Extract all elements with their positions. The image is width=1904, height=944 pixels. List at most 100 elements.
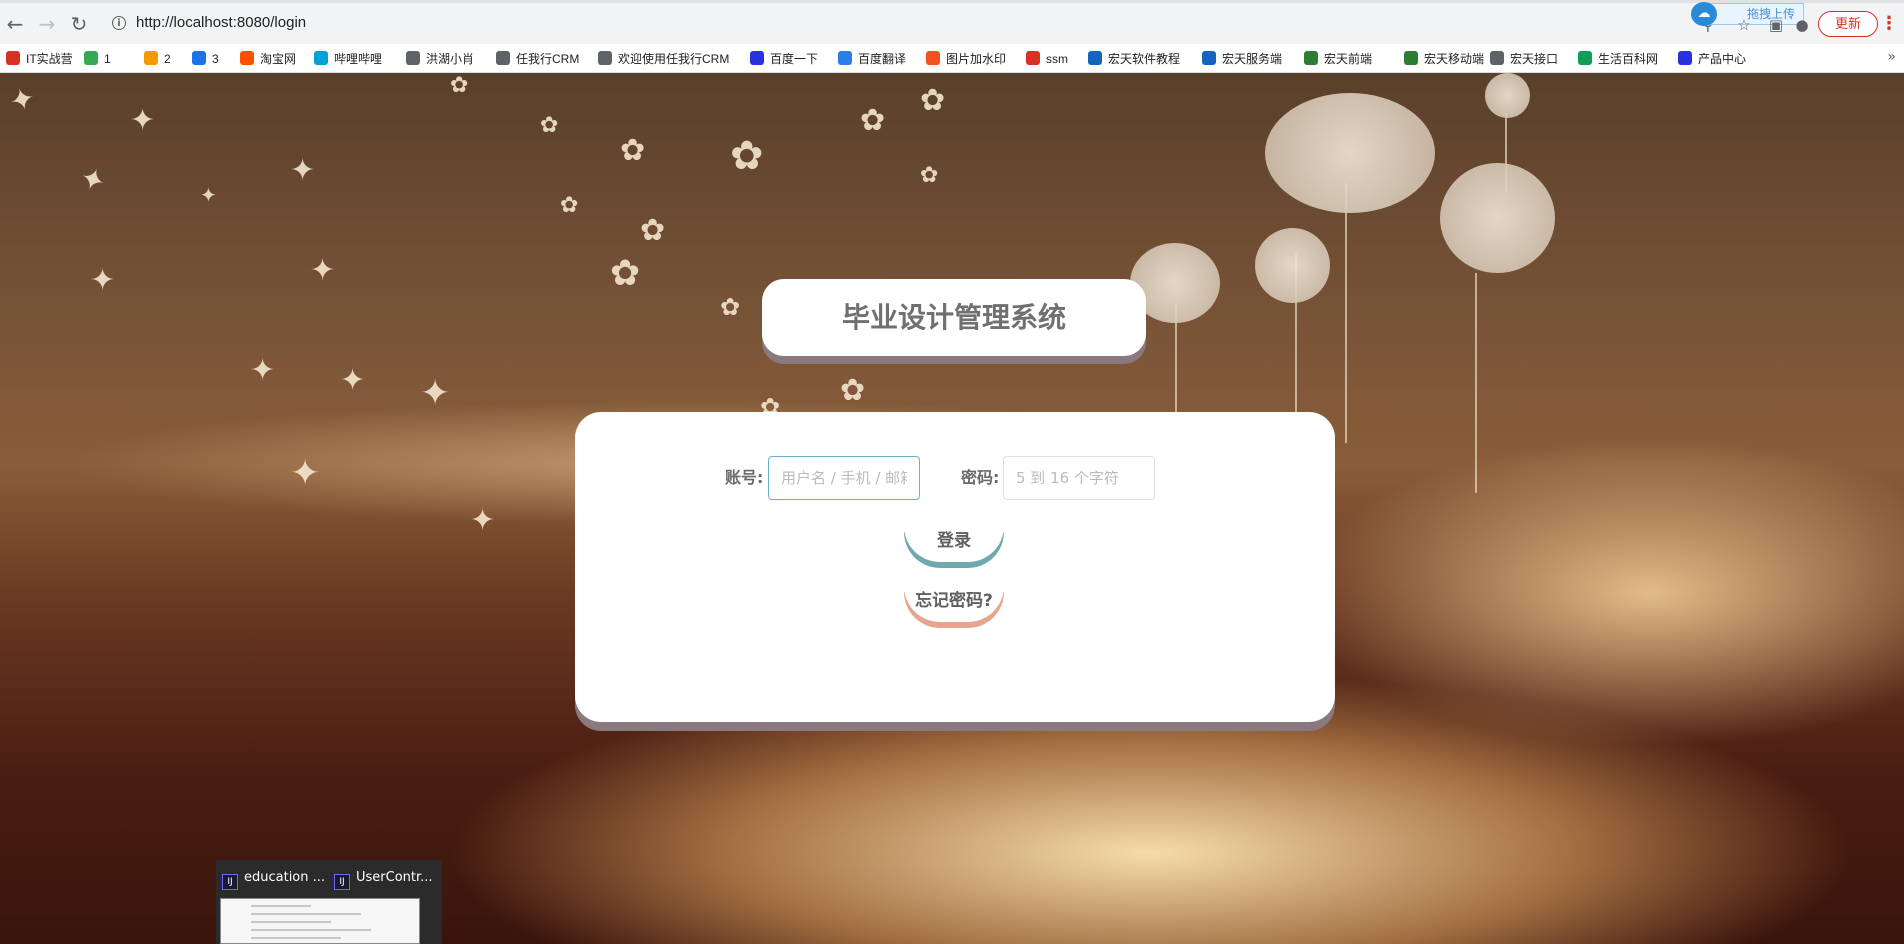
bookmark-item[interactable]: 哔哩哔哩 [314, 49, 382, 69]
bookmarks-bar: IT实战营 1 2 3 淘宝网 哔哩哔哩 洪湖小肖 任我行CRM 欢迎使用任我行CRM 百度一下 百… [0, 44, 1904, 73]
orange-circle-icon [144, 51, 158, 65]
bookmark-item[interactable]: 3 [192, 49, 219, 69]
forgot-password-button[interactable]: 忘记密码? [904, 586, 1004, 622]
bookmark-label: 宏天服务端 [1222, 52, 1283, 66]
bird-decoration: ✦ [290, 153, 316, 188]
reload-icon[interactable]: ↻ [66, 11, 92, 37]
taskbar-item-label: UserContr... [356, 870, 433, 885]
butterfly-decoration: ✿ [920, 83, 946, 118]
account-label: 账号: [725, 468, 764, 487]
globe-icon [1490, 51, 1504, 65]
site-info-icon[interactable]: i [112, 16, 126, 30]
bookmark-item[interactable]: 宏天接口 [1490, 49, 1558, 69]
butterfly-decoration: ✿ [450, 73, 469, 98]
fish-icon [192, 51, 206, 65]
bookmark-label: 宏天接口 [1510, 52, 1559, 66]
butterfly-decoration: ✿ [560, 193, 579, 218]
bird-decoration: ✦ [74, 159, 111, 202]
bookmark-label: 1 [104, 52, 111, 66]
bookmark-item[interactable]: 洪湖小肖 [406, 49, 474, 69]
flower-decoration [1485, 73, 1530, 118]
bookmark-label: 欢迎使用任我行CRM [618, 52, 730, 66]
bookmark-item[interactable]: 生活百科网 [1578, 49, 1658, 69]
bookmark-label: ssm [1046, 52, 1068, 66]
bookmark-label: 产品中心 [1698, 52, 1747, 66]
bird-decoration: ✦ [420, 373, 451, 414]
bookmark-label: 生活百科网 [1598, 52, 1659, 66]
taskbar-item-label: education ... [244, 870, 326, 885]
bookmark-item[interactable]: 宏天移动端 [1404, 49, 1484, 69]
bookmark-label: IT实战营 [26, 52, 73, 66]
translate-icon [838, 51, 852, 65]
vue-icon [1304, 51, 1318, 65]
cloud-icon: ☁ [1691, 2, 1717, 26]
password-input[interactable] [1003, 456, 1155, 500]
h-logo-icon [1202, 51, 1216, 65]
bird-decoration: ✦ [130, 103, 156, 138]
bookmark-item[interactable]: 宏天前端 [1304, 49, 1372, 69]
bird-decoration: ✦ [290, 453, 321, 494]
intellij-icon: IJ [334, 874, 350, 890]
feather-icon [406, 51, 420, 65]
bookmark-item[interactable]: 百度一下 [750, 49, 818, 69]
profile-icon[interactable]: ● [1792, 15, 1812, 35]
chrome-red-icon [6, 51, 20, 65]
title-card: 毕业设计管理系统 [762, 279, 1146, 356]
bookmark-label: 百度一下 [770, 52, 819, 66]
bookmark-item[interactable]: 任我行CRM [496, 49, 579, 69]
bookmark-label: 宏天移动端 [1424, 52, 1485, 66]
bird-decoration: ✦ [200, 183, 217, 207]
butterfly-decoration: ✿ [640, 213, 666, 248]
account-input[interactable] [768, 456, 920, 500]
globe-icon [598, 51, 612, 65]
bookmark-item[interactable]: ssm [1026, 49, 1068, 69]
bookmark-item[interactable]: 百度翻译 [838, 49, 906, 69]
butterfly-decoration: ✿ [610, 253, 641, 294]
taskbar-preview: IJ education ... IJ UserContr... [216, 860, 442, 944]
page-title: 毕业设计管理系统 [841, 301, 1066, 334]
bird-decoration: ✦ [250, 353, 276, 388]
window-thumbnail[interactable] [220, 898, 420, 944]
url-text[interactable]: http://localhost:8080/login [136, 14, 306, 31]
flower-decoration [1265, 93, 1435, 213]
more-menu-icon[interactable]: ⋮ [1880, 13, 1898, 35]
butterfly-decoration: ✿ [540, 113, 559, 138]
bookmark-item[interactable]: 2 [144, 49, 171, 69]
bookmark-star-icon[interactable]: ☆ [1734, 15, 1754, 35]
butterfly-decoration: ✿ [860, 103, 886, 138]
extension-icon[interactable]: ▣ [1766, 15, 1786, 35]
update-button[interactable]: 更新 [1818, 11, 1878, 37]
bookmark-label: 哔哩哔哩 [334, 52, 383, 66]
bookmark-item[interactable]: 淘宝网 [240, 49, 296, 69]
bird-decoration: ✦ [310, 253, 336, 288]
bookmark-item[interactable]: 欢迎使用任我行CRM [598, 49, 729, 69]
login-button[interactable]: 登录 [904, 526, 1004, 562]
bookmarks-overflow-icon[interactable]: » [1887, 49, 1896, 65]
login-form: 账号: 密码: 登录 忘记密码? [575, 412, 1335, 722]
bird-decoration: ✦ [340, 363, 366, 398]
bookmark-item[interactable]: 产品中心 [1678, 49, 1746, 69]
bookmark-label: 宏天软件教程 [1108, 52, 1181, 66]
bookmark-label: 任我行CRM [516, 52, 580, 66]
bookmark-item[interactable]: 宏天软件教程 [1088, 49, 1180, 69]
intellij-icon: IJ [222, 874, 238, 890]
flower-decoration [1440, 163, 1555, 273]
forward-arrow-icon[interactable]: → [34, 11, 60, 37]
taskbar-item-usercontroller[interactable]: IJ UserContr... [334, 868, 433, 890]
h-logo-icon [1088, 51, 1102, 65]
back-arrow-icon[interactable]: ← [2, 11, 28, 37]
bookmark-item[interactable]: 图片加水印 [926, 49, 1006, 69]
flower-stem [1475, 273, 1477, 493]
image-icon [926, 51, 940, 65]
butterfly-decoration: ✿ [840, 373, 866, 408]
bird-decoration: ✦ [90, 263, 116, 298]
bookmark-item[interactable]: IT实战营 [6, 49, 73, 69]
address-bar[interactable]: i http://localhost:8080/login [100, 9, 1690, 39]
taskbar-item-education[interactable]: IJ education ... [222, 868, 326, 890]
butterfly-decoration: ✿ [620, 133, 646, 168]
bookmark-label: 2 [164, 52, 171, 66]
bookmark-item[interactable]: 1 [84, 49, 111, 69]
password-label: 密码: [961, 468, 1000, 487]
butterfly-decoration: ✿ [720, 293, 741, 321]
bookmark-item[interactable]: 宏天服务端 [1202, 49, 1282, 69]
